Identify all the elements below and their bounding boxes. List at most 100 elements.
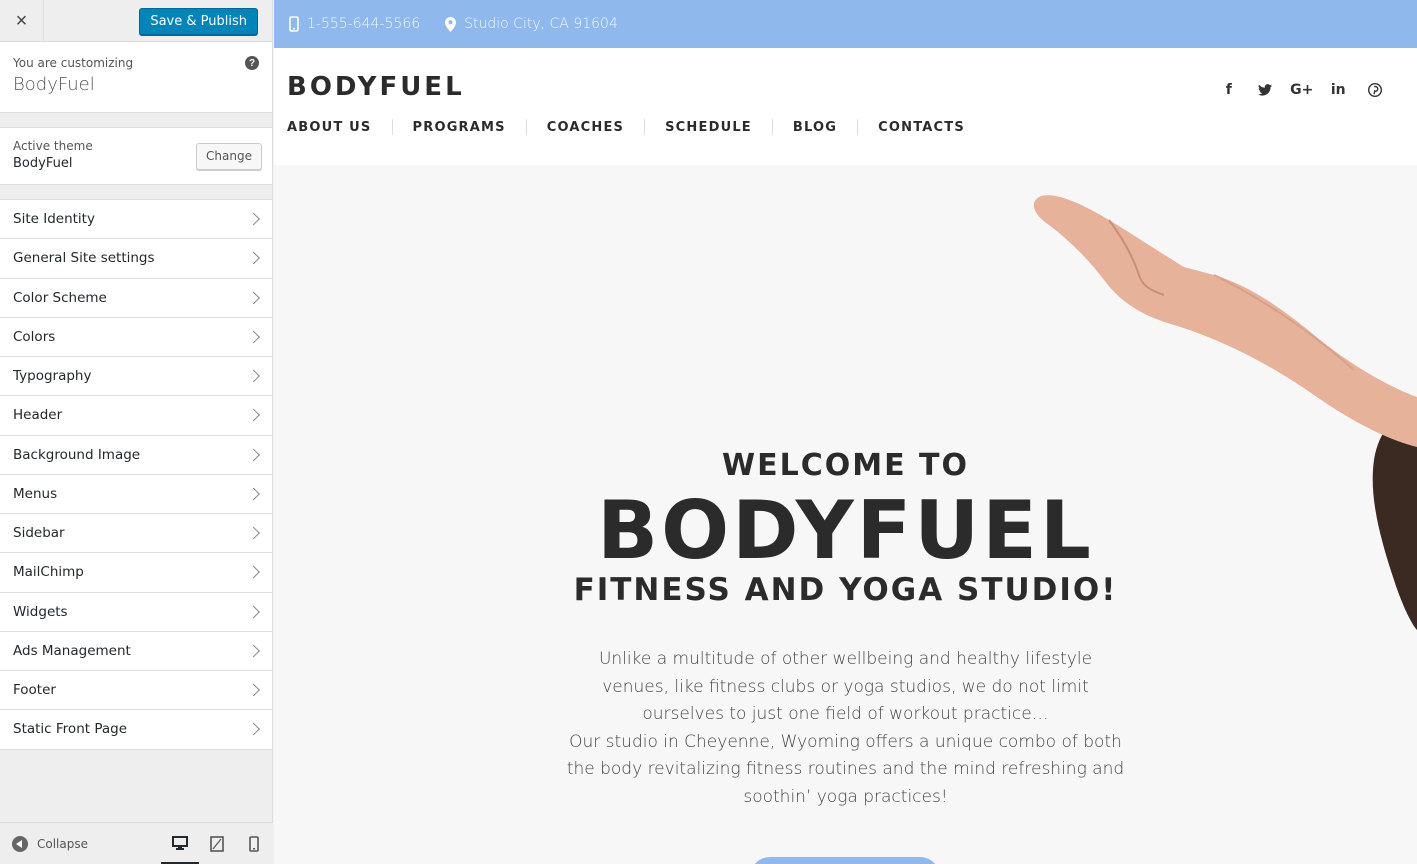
phone-info: 1-555-644-5566 [289,16,420,32]
chevron-right-icon [247,409,260,422]
collapse-arrow-icon [12,836,28,852]
section-site-identity[interactable]: Site Identity [0,200,272,240]
site-title: BodyFuel [13,74,95,95]
chevron-right-icon [247,448,260,461]
section-label: Footer [13,682,56,699]
twitter-icon[interactable] [1247,80,1284,100]
phone-icon [289,16,299,32]
hero-desc-paragraph-1: Unlike a multitude of other wellbeing an… [598,649,1093,724]
section-label: Background Image [13,446,141,463]
nav-separator [644,119,646,135]
section-background-image[interactable]: Background Image [0,436,272,475]
nav-separator [391,119,393,135]
active-theme-panel: Active theme BodyFuel Change [0,127,272,185]
customizer-header: × Save & Publish [0,0,272,42]
close-icon: × [15,9,28,32]
google-plus-icon[interactable]: G+ [1284,80,1321,100]
section-label: Ads Management [13,642,131,659]
hero-section: WELCOME TO BODYFUEL FITNESS AND YOGA STU… [274,165,1417,864]
site-preview: 1-555-644-5566 Studio City, CA 91604 BOD… [274,0,1417,864]
section-mailchimp[interactable]: MailChimp [0,553,272,593]
nav-programs[interactable]: PROGRAMS [413,120,506,135]
chevron-right-icon [247,683,260,697]
section-label: General Site settings [13,250,155,267]
hero-tagline: FITNESS AND YOGA STUDIO! [573,572,1118,608]
hero-desc-paragraph-2: Our studio in Cheyenne, Wyoming offers a… [566,731,1125,807]
preview-tablet-button[interactable] [198,823,236,864]
mobile-icon [249,836,259,852]
close-button[interactable]: × [0,0,44,42]
site-logo[interactable]: BODYFUEL [287,72,465,102]
section-label: Color Scheme [13,289,107,306]
chevron-right-icon [247,252,260,265]
change-theme-button[interactable]: Change [196,143,262,170]
section-sidebar[interactable]: Sidebar [0,514,272,554]
save-publish-button[interactable]: Save & Publish [139,8,258,35]
nav-separator [525,119,527,135]
collapse-button[interactable]: Collapse [12,836,88,852]
section-typography[interactable]: Typography [0,357,272,397]
contact-topbar: 1-555-644-5566 Studio City, CA 91604 [274,0,1417,48]
chevron-right-icon [247,212,260,226]
nav-contacts[interactable]: CONTACTS [878,120,965,135]
chevron-right-icon [247,644,260,658]
main-navigation: ABOUT US PROGRAMS COACHES SCHEDULE BLOG … [287,119,965,135]
site-header: BODYFUEL f G+ in [274,48,1417,165]
social-links: f G+ in [1211,80,1394,100]
nav-separator [771,119,773,135]
section-colors[interactable]: Colors [0,318,272,357]
chevron-right-icon [247,566,260,579]
section-label: Widgets [13,603,68,620]
section-general-site-settings[interactable]: General Site settings [0,239,272,279]
chevron-right-icon [247,723,260,736]
phone-number[interactable]: 1-555-644-5566 [307,16,420,32]
customizing-label: You are customizing [13,56,134,70]
section-label: Site Identity [13,211,95,228]
map-marker-icon [445,16,457,32]
section-color-scheme[interactable]: Color Scheme [0,279,272,318]
section-label: Header [13,407,63,424]
desktop-icon [172,835,188,850]
section-ads-management[interactable]: Ads Management [0,632,272,671]
address-info: Studio City, CA 91604 [445,16,618,32]
hero-brand: BODYFUEL [597,484,1094,577]
section-widgets[interactable]: Widgets [0,593,272,632]
chevron-right-icon [247,526,260,540]
chevron-right-icon [247,605,260,618]
section-label: Typography [13,368,92,385]
hero-welcome: WELCOME TO [722,448,969,483]
customizer-sections: Site Identity General Site settings Colo… [0,199,272,750]
section-menus[interactable]: Menus [0,475,272,514]
tablet-icon [210,836,224,852]
hero-cta-button[interactable] [750,857,940,864]
facebook-icon[interactable]: f [1211,80,1248,100]
section-label: Menus [13,485,58,502]
customizer-footer: Collapse [0,822,273,864]
address-text: Studio City, CA 91604 [464,16,618,32]
customizer-sidebar: × Save & Publish You are customizing Bod… [0,0,273,864]
section-label: Colors [13,328,56,345]
section-header[interactable]: Header [0,396,272,436]
customizing-info: You are customizing BodyFuel ? [0,42,272,113]
hero-description: Unlike a multitude of other wellbeing an… [274,646,1417,811]
preview-mobile-button[interactable] [235,823,273,864]
section-label: MailChimp [13,564,84,581]
preview-desktop-button[interactable] [161,823,199,864]
chevron-right-icon [247,291,260,304]
help-icon[interactable]: ? [245,56,259,70]
nav-about-us[interactable]: ABOUT US [287,120,372,135]
section-label: Static Front Page [13,721,128,738]
section-footer[interactable]: Footer [0,671,272,711]
section-label: Sidebar [13,525,65,542]
pinterest-icon[interactable] [1357,80,1394,100]
nav-schedule[interactable]: SCHEDULE [665,120,752,135]
section-static-front-page[interactable]: Static Front Page [0,710,272,750]
collapse-label: Collapse [37,837,88,851]
linkedin-icon[interactable]: in [1320,80,1357,100]
nav-coaches[interactable]: COACHES [547,120,624,135]
chevron-right-icon [247,487,260,501]
chevron-right-icon [247,330,260,344]
chevron-right-icon [247,369,260,383]
nav-separator [857,119,859,135]
nav-blog[interactable]: BLOG [793,120,837,135]
